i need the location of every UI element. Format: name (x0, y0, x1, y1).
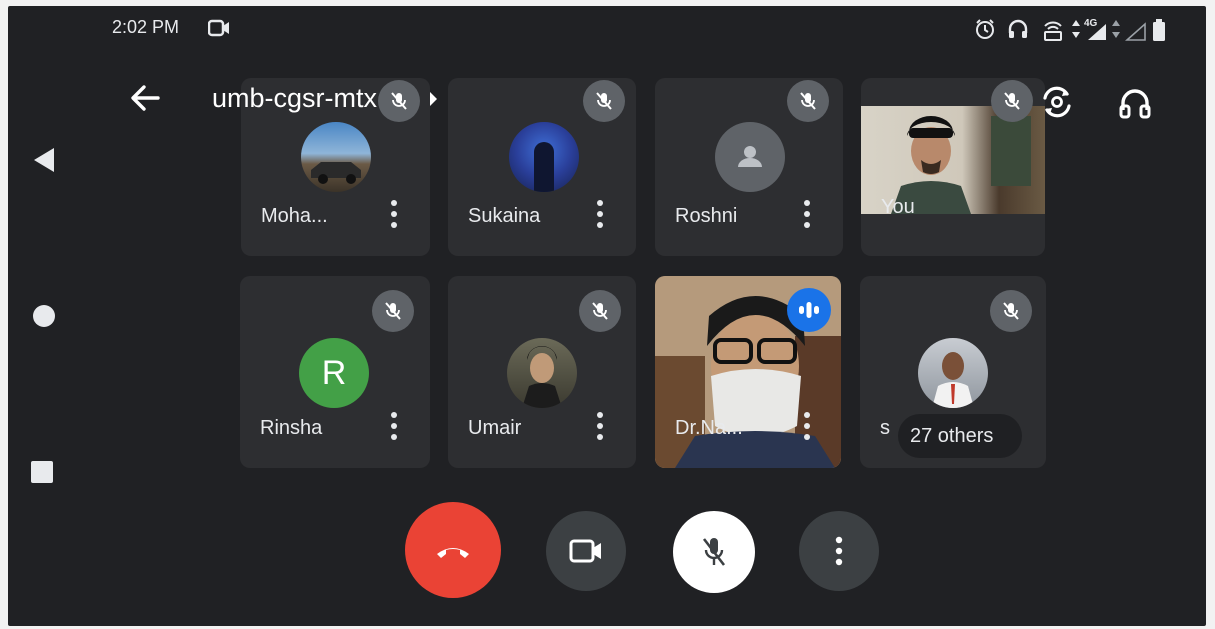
others-tile[interactable]: s 27 others (860, 276, 1046, 468)
participant-tile[interactable]: Roshni (655, 78, 843, 256)
participant-name: Sukaina (468, 205, 541, 227)
participant-name: Moha... (261, 205, 328, 227)
avatar-photo (918, 338, 988, 408)
person-icon (715, 122, 785, 192)
participant-name: Dr.Na... (675, 417, 743, 439)
others-count: 27 others (910, 425, 994, 447)
back-arrow-icon[interactable] (130, 84, 160, 112)
hotspot-icon (1044, 21, 1062, 41)
mic-toggle-button[interactable] (673, 511, 755, 593)
alarm-icon (976, 19, 994, 39)
more-options-button[interactable] (799, 511, 879, 591)
others-count-pill[interactable]: 27 others (898, 414, 1022, 458)
more-vert-icon[interactable] (596, 412, 604, 444)
meeting-code[interactable]: umb-cgsr-mtx (212, 83, 377, 114)
mic-off-icon (990, 290, 1032, 332)
camera-toggle-button[interactable] (546, 511, 626, 591)
signal-icon (1088, 24, 1106, 40)
mic-off-icon (991, 80, 1033, 122)
more-vert-icon[interactable] (596, 200, 604, 232)
headset-small-icon (1008, 19, 1028, 38)
mic-off-icon (583, 80, 625, 122)
avatar-photo (509, 122, 579, 192)
participant-name: Roshni (675, 205, 738, 227)
avatar-photo (507, 338, 577, 408)
avatar-initial: R (299, 338, 369, 408)
back-triangle-icon[interactable] (32, 146, 56, 174)
more-vert-icon[interactable] (390, 200, 398, 232)
mic-off-icon (787, 80, 829, 122)
battery-icon (1153, 19, 1165, 41)
more-vert-icon[interactable] (390, 412, 398, 444)
participant-tile[interactable]: Umair (448, 276, 636, 468)
participant-name: s (880, 417, 890, 439)
data-arrows-icon (1072, 20, 1080, 38)
participant-name: Rinsha (260, 417, 323, 439)
self-video-tile[interactable]: You (861, 78, 1045, 256)
mic-off-icon (378, 80, 420, 122)
meet-call-screen: 2:02 PM 4G umb-cgsr-mtx Moha... Sukaina … (8, 6, 1206, 626)
more-vert-icon[interactable] (803, 412, 811, 444)
participant-video-tile[interactable]: Dr.Na... (655, 276, 841, 468)
participant-tile[interactable]: Sukaina (448, 78, 636, 256)
speaking-indicator-icon (787, 288, 831, 332)
participant-tile[interactable]: R Rinsha (240, 276, 430, 468)
mic-off-icon (702, 538, 726, 566)
chevron-right-icon[interactable] (427, 90, 439, 108)
more-vert-icon[interactable] (803, 200, 811, 232)
recents-square-icon[interactable] (30, 460, 54, 484)
more-options-icon (835, 536, 843, 566)
home-circle-icon[interactable] (31, 303, 57, 329)
mic-off-icon (579, 290, 621, 332)
headset-icon[interactable] (1118, 86, 1152, 120)
camera-icon (569, 539, 601, 563)
avatar-photo (301, 122, 371, 192)
end-call-icon (437, 548, 469, 558)
avatar-initial-letter: R (321, 353, 347, 392)
status-time: 2:02 PM (112, 17, 180, 37)
switch-camera-icon[interactable] (1039, 84, 1075, 120)
data-arrows-icon (1112, 20, 1120, 38)
end-call-button[interactable] (405, 502, 501, 598)
video-record-icon (208, 19, 229, 37)
mic-off-icon (372, 290, 414, 332)
participant-name: Umair (468, 417, 522, 439)
participant-name: You (881, 196, 915, 218)
signal-2-icon (1125, 22, 1146, 41)
